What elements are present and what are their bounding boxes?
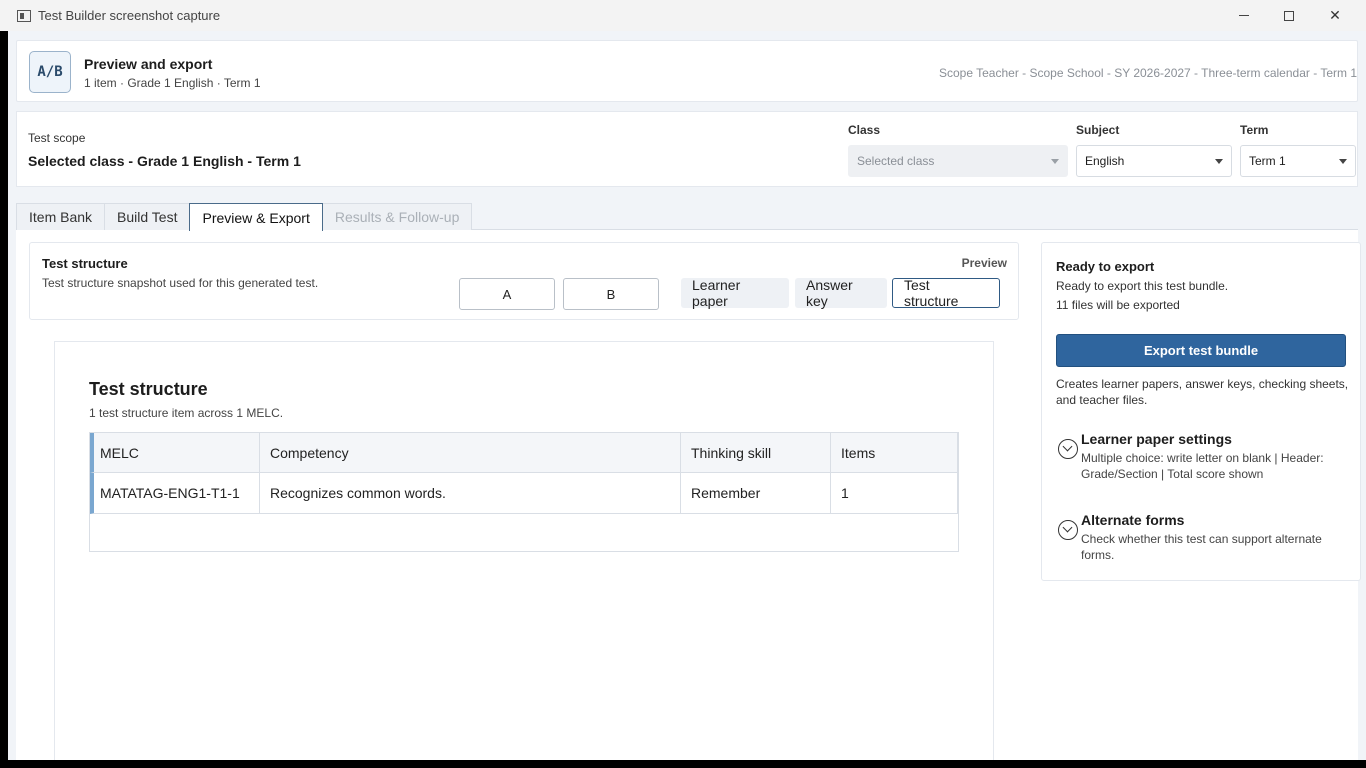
minimize-icon xyxy=(1239,15,1249,16)
preview-subtitle: Test structure snapshot used for this ge… xyxy=(42,276,319,290)
preview-title: Test structure xyxy=(42,256,128,271)
tab-item-bank[interactable]: Item Bank xyxy=(16,203,106,230)
class-select-value: Selected class xyxy=(857,154,935,168)
subject-select[interactable]: English xyxy=(1076,145,1232,177)
form-b-button[interactable]: B xyxy=(563,278,659,310)
alternate-forms-title: Alternate forms xyxy=(1081,512,1185,528)
tab-preview-export[interactable]: Preview & Export xyxy=(189,203,323,231)
test-scope-card: Test scope Selected class - Grade 1 Engl… xyxy=(16,111,1358,187)
learner-paper-settings-title: Learner paper settings xyxy=(1081,431,1232,447)
export-file-count: 11 files will be exported xyxy=(1056,298,1180,312)
table-row: MATATAG-ENG1-T1-1 Recognizes common word… xyxy=(90,473,958,514)
term-select-value: Term 1 xyxy=(1249,154,1286,168)
test-scope-value: Selected class - Grade 1 English - Term … xyxy=(28,153,301,169)
term-select[interactable]: Term 1 xyxy=(1240,145,1356,177)
export-panel: Ready to export Ready to export this tes… xyxy=(1041,242,1361,581)
page-subtitle: 1 item · Grade 1 English · Term 1 xyxy=(84,76,261,90)
test-scope-label: Test scope xyxy=(28,131,86,145)
page-header: A/B Preview and export 1 item · Grade 1 … xyxy=(16,40,1358,102)
learner-paper-settings-summary: Multiple choice: write letter on blank |… xyxy=(1081,451,1324,481)
app-surface: A/B Preview and export 1 item · Grade 1 … xyxy=(8,31,1366,760)
learner-paper-button[interactable]: Learner paper xyxy=(681,277,789,309)
tab-results-follow-up: Results & Follow-up xyxy=(321,203,473,230)
cell-competency: Recognizes common words. xyxy=(260,473,681,513)
app-icon xyxy=(17,9,31,22)
chevron-down-icon[interactable] xyxy=(1058,520,1078,540)
maximize-button[interactable] xyxy=(1266,0,1312,31)
test-structure-paper: Test structure 1 test structure item acr… xyxy=(54,341,994,760)
cell-items: 1 xyxy=(831,473,958,513)
chevron-down-icon xyxy=(1215,159,1223,164)
export-note: Creates learner papers, answer keys, che… xyxy=(1056,377,1349,407)
chevron-down-icon[interactable] xyxy=(1058,439,1078,459)
class-select: Selected class xyxy=(848,145,1068,177)
cell-melc: MATATAG-ENG1-T1-1 xyxy=(94,473,260,513)
export-panel-title: Ready to export xyxy=(1056,259,1155,274)
preview-export-panel: Test structure Test structure snapshot u… xyxy=(16,230,1361,760)
column-header-competency: Competency xyxy=(260,433,681,472)
alternate-forms-section[interactable]: Alternate forms Check whether this test … xyxy=(1056,512,1350,562)
subject-select-value: English xyxy=(1085,154,1125,168)
test-builder-logo: A/B xyxy=(29,51,71,93)
form-a-button[interactable]: A xyxy=(459,278,555,310)
tab-build-test[interactable]: Build Test xyxy=(104,203,191,230)
subject-label: Subject xyxy=(1076,123,1120,137)
export-status: Ready to export this test bundle. xyxy=(1056,279,1229,293)
export-test-bundle-button[interactable]: Export test bundle xyxy=(1056,334,1346,367)
paper-subtitle: 1 test structure item across 1 MELC. xyxy=(89,406,284,420)
minimize-button[interactable] xyxy=(1221,0,1267,31)
column-header-items: Items xyxy=(831,433,958,472)
teacher-context: Scope Teacher - Scope School - SY 2026-2… xyxy=(938,66,1357,80)
cell-thinking-skill: Remember xyxy=(681,473,831,513)
close-icon: ✕ xyxy=(1329,7,1341,23)
window-titlebar: Test Builder screenshot capture ✕ xyxy=(0,0,1366,31)
chevron-down-icon xyxy=(1339,159,1347,164)
column-header-melc: MELC xyxy=(94,433,260,472)
learner-paper-settings-section[interactable]: Learner paper settings Multiple choice: … xyxy=(1056,431,1350,481)
chevron-down-icon xyxy=(1051,159,1059,164)
page-title: Preview and export xyxy=(84,56,213,72)
column-header-thinking-skill: Thinking skill xyxy=(681,433,831,472)
main-tabs: Item Bank Build Test Preview & Export Re… xyxy=(16,203,473,231)
preview-label: Preview xyxy=(961,256,1007,270)
close-button[interactable]: ✕ xyxy=(1312,0,1358,31)
alternate-forms-summary: Check whether this test can support alte… xyxy=(1081,532,1322,562)
test-structure-button[interactable]: Test structure xyxy=(892,277,1000,309)
table-header-row: MELC Competency Thinking skill Items xyxy=(90,433,958,473)
maximize-icon xyxy=(1284,10,1294,21)
term-label: Term xyxy=(1240,123,1269,137)
window-title: Test Builder screenshot capture xyxy=(38,8,221,23)
answer-key-button[interactable]: Answer key xyxy=(795,277,887,309)
preview-toolbar: Test structure Test structure snapshot u… xyxy=(29,242,1019,320)
paper-title: Test structure xyxy=(89,379,208,399)
class-label: Class xyxy=(848,123,881,137)
test-structure-table: MELC Competency Thinking skill Items MAT… xyxy=(89,432,959,552)
